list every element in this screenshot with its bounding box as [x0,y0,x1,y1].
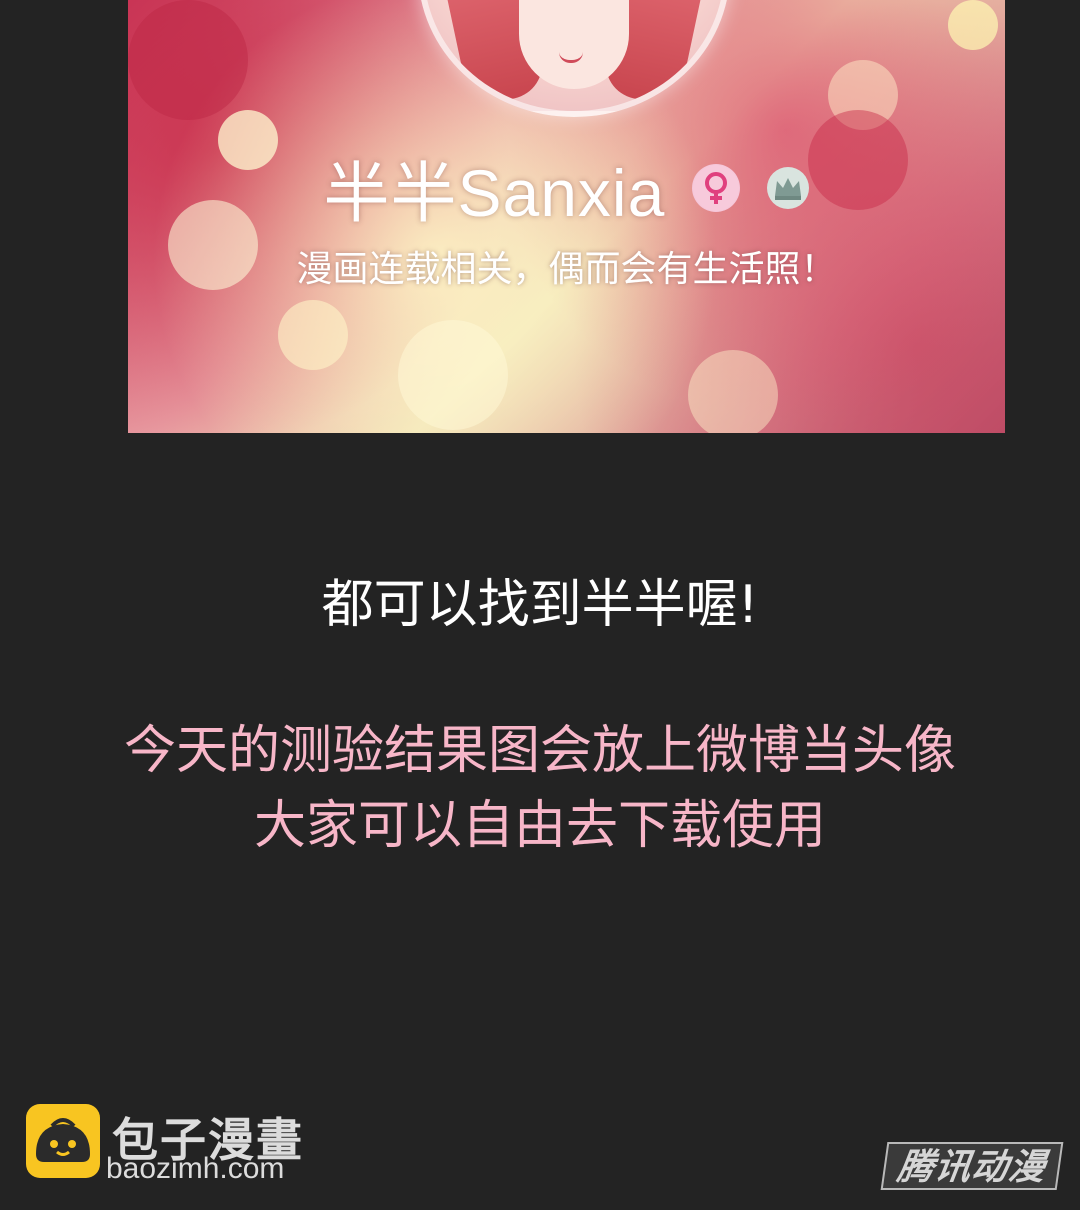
profile-avatar [418,0,730,117]
bokeh-light [278,300,348,370]
publisher-watermark: 腾讯动漫 [880,1142,1064,1190]
bokeh-light [828,60,898,130]
caption-line-3: 大家可以自由去下载使用 [253,796,826,856]
bokeh-light [948,0,998,50]
bokeh-light [688,350,778,433]
baozi-logo-icon [26,1104,100,1178]
profile-bio: 漫画连载相关，偶而会有生活照！ [296,249,837,290]
profile-name: 半半Sanxia [323,156,666,230]
bokeh-light [398,320,508,430]
watermark-site-url: baozimh.com [106,1152,285,1185]
caption-line-2: 今天的测验结果图会放上微博当头像 [123,721,956,781]
profile-name-row: 半半Sanxia [128,140,1005,236]
caption-line-1: 都可以找到半半喔! [321,575,759,635]
profile-banner: 半半Sanxia 漫画连载相关，偶而会有生活照！ [128,0,1005,433]
crown-icon [766,166,810,210]
female-icon [692,164,741,212]
bokeh-light [128,0,248,120]
